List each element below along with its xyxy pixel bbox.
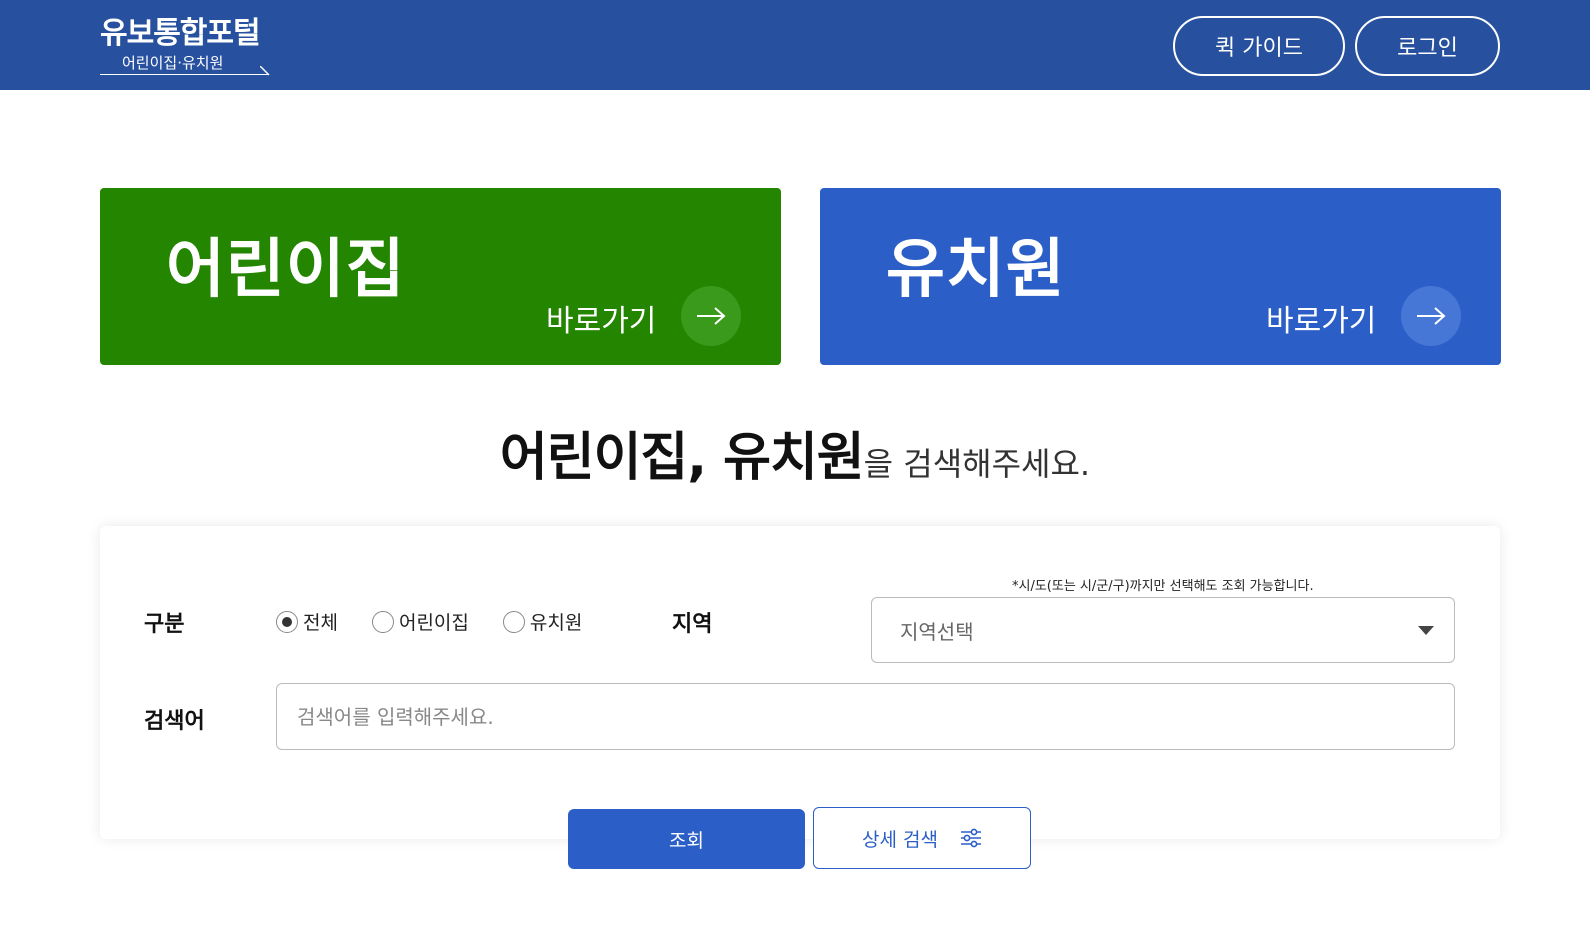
site-header: 유보통합포털 어린이집·유치원 퀵 가이드 로그인 [0,0,1590,90]
radio-kindergarten[interactable]: 유치원 [502,608,583,635]
site-logo[interactable]: 유보통합포털 어린이집·유치원 [100,8,270,78]
logo-title: 유보통합포털 [100,16,261,51]
filter-sliders-icon [960,828,982,848]
radio-daycare[interactable]: 어린이집 [371,608,469,635]
detail-search-label: 상세 검색 [862,828,938,851]
radio-all-label: 전체 [303,612,338,634]
radio-daycare-label: 어린이집 [398,612,469,634]
search-headline: 어린이집, 유치원을 검색해주세요. [0,415,1590,490]
kindergarten-banner-title: 유치원 [886,233,1066,307]
caret-down-icon [1418,626,1434,635]
radio-unchecked-icon[interactable] [371,610,394,633]
logo-subtitle: 어린이집·유치원 [122,54,224,72]
detail-search-button[interactable]: 상세 검색 [813,807,1031,869]
login-button[interactable]: 로그인 [1355,16,1500,76]
daycare-go-label: 바로가기 [546,304,657,339]
kindergarten-banner[interactable]: 유치원 바로가기 [820,188,1501,365]
keyword-label: 검색어 [144,709,205,734]
headline-rest: 을 검색해주세요. [863,445,1091,483]
type-label: 구분 [144,612,185,637]
arrow-right-icon[interactable] [681,286,741,346]
region-note: *시/도(또는 시/군/구)까지만 선택해도 조회 가능합니다. [1012,579,1314,594]
daycare-banner[interactable]: 어린이집 바로가기 [100,188,781,365]
region-select[interactable]: 지역선택 [871,597,1455,663]
search-submit-button[interactable]: 조회 [568,809,805,869]
logo-underline [100,74,268,75]
radio-checked-icon[interactable] [276,610,298,633]
radio-unchecked-icon[interactable] [502,610,525,633]
region-select-value: 지역선택 [900,619,974,644]
kindergarten-go-label: 바로가기 [1266,304,1377,339]
logo-tick-icon [260,66,270,76]
quick-guide-button[interactable]: 퀵 가이드 [1173,16,1345,76]
headline-strong: 어린이집, 유치원 [499,428,865,488]
daycare-banner-title: 어린이집 [166,233,406,307]
radio-all[interactable]: 전체 [276,608,338,635]
region-label: 지역 [672,612,713,637]
arrow-right-icon[interactable] [1401,286,1461,346]
type-radio-group: 전체 어린이집 유치원 [276,608,616,635]
search-form-card: 구분 전체 어린이집 유치원 지역 *시/도(또는 시/군/구)까지만 선택해도… [100,526,1500,839]
keyword-input[interactable] [276,683,1455,750]
radio-kindergarten-label: 유치원 [529,612,583,634]
